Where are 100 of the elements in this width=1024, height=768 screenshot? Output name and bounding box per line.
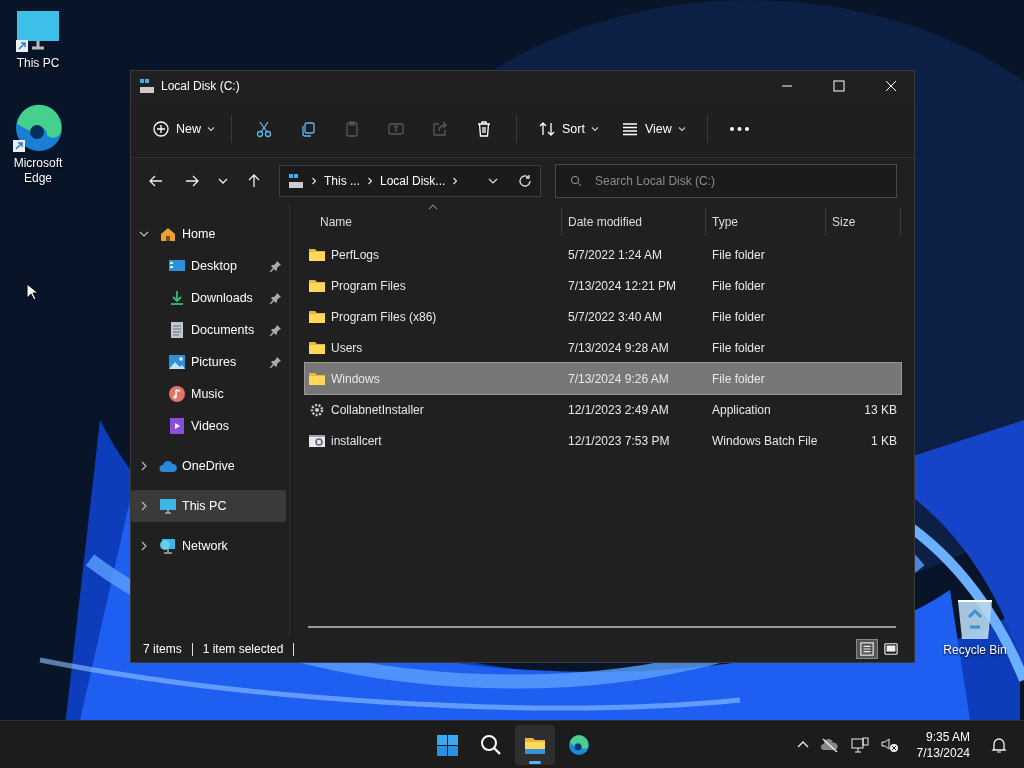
details-view-icon [860, 642, 874, 656]
sidebar-item[interactable]: Pictures [131, 346, 286, 378]
sidebar-item[interactable]: This PC [131, 490, 286, 522]
desktop-icon-label[interactable]: Microsoft Edge [3, 156, 73, 186]
scissors-icon [255, 120, 273, 138]
file-row[interactable]: Program Files 7/13/2024 12:21 PM File folder [305, 270, 901, 301]
table-cell: File folder [712, 340, 765, 355]
monitor-shortcut-icon[interactable] [16, 10, 60, 54]
window-title: Local Disk (C:) [161, 79, 240, 93]
sidebar-item[interactable]: Home [131, 218, 286, 250]
chevron-icon[interactable] [139, 501, 149, 511]
chevron-icon[interactable] [366, 177, 374, 185]
document-icon [168, 321, 186, 339]
clock-date[interactable]: 7/13/2024 [916, 744, 970, 761]
details-view-button[interactable] [856, 639, 878, 659]
chevron-down-icon [218, 176, 228, 186]
table-cell: Application [712, 402, 771, 417]
search-field[interactable]: Search Local Disk (C:) [555, 164, 897, 198]
trash-icon [475, 120, 493, 138]
monitor-icon [159, 497, 177, 515]
chevron-icon[interactable] [451, 177, 460, 185]
new-button[interactable]: New [143, 112, 219, 146]
chevron-icon[interactable] [139, 541, 149, 551]
address-bar[interactable]: This ... Local Disk... [279, 165, 541, 197]
preview-view-icon [884, 642, 898, 656]
table-cell: 12/1/2023 2:49 AM [568, 402, 669, 417]
add-icon [152, 120, 170, 138]
sort-icon [538, 120, 556, 138]
search-icon [570, 175, 582, 187]
sort-button[interactable]: Sort [529, 112, 608, 146]
sidebar-item[interactable]: Desktop [131, 250, 286, 282]
breadcrumb-item[interactable]: Local Disk... [380, 174, 446, 188]
list-view-icon [620, 120, 639, 138]
music-icon [168, 385, 186, 403]
video-icon [168, 417, 186, 435]
file-row[interactable]: Users 7/13/2024 9:28 AM File folder [305, 332, 901, 363]
file-name: installcert [331, 433, 382, 448]
cloud-off-icon[interactable] [820, 737, 839, 752]
edge-logo-icon[interactable] [13, 104, 63, 154]
file-name: Program Files (x86) [331, 309, 437, 324]
file-name: Windows [331, 371, 380, 386]
column-header[interactable]: Date modified [562, 207, 706, 236]
clock-time[interactable]: 9:35 AM [925, 728, 970, 745]
clipboard-icon [343, 120, 361, 138]
house-icon [159, 225, 177, 243]
file-name: PerfLogs [331, 247, 380, 262]
dropdown-icon[interactable] [488, 176, 498, 186]
sidebar-item[interactable]: Videos [131, 410, 286, 442]
sidebar-item[interactable]: OneDrive [131, 450, 286, 482]
caret-icon [590, 125, 599, 133]
arrow-up-icon [247, 174, 261, 188]
table-cell: File folder [712, 309, 765, 324]
column-header[interactable]: Size [826, 207, 901, 236]
network-icon[interactable] [850, 736, 869, 753]
close-icon [885, 80, 897, 92]
more-icon [730, 127, 750, 131]
caret-icon [677, 125, 686, 133]
table-cell: 1 KB [871, 433, 897, 448]
horizontal-scrollbar[interactable] [308, 626, 896, 628]
file-name: Program Files [331, 278, 406, 293]
arrow-right-icon [185, 174, 199, 188]
maximize-icon [833, 80, 845, 92]
table-cell: 12/1/2023 7:53 PM [568, 433, 670, 448]
edge-logo-icon [567, 732, 591, 757]
desktop-icon-label[interactable]: Recycle Bin [940, 643, 1010, 658]
table-cell: 7/13/2024 12:21 PM [568, 278, 677, 293]
view-button[interactable]: View [611, 112, 695, 146]
drive-icon [139, 78, 155, 94]
table-cell: 7/13/2024 9:26 AM [568, 371, 669, 386]
file-name: Users [331, 340, 363, 355]
sidebar-item[interactable]: Music [131, 378, 286, 410]
item-count: 7 items [143, 642, 182, 656]
refresh-icon[interactable] [518, 174, 532, 188]
breadcrumb-item[interactable]: This ... [324, 174, 360, 188]
file-row[interactable]: Program Files (x86) 5/7/2022 3:40 AM File folder [305, 301, 901, 332]
file-row[interactable]: installcert 12/1/2023 7:53 PM Windows Batch File 1 KB [305, 425, 901, 456]
sidebar-item[interactable]: Network [131, 530, 286, 562]
file-name: CollabnetInstaller [331, 402, 424, 417]
arrow-left-icon [149, 174, 163, 188]
chevron-icon[interactable] [139, 229, 149, 239]
sidebar-item[interactable]: Documents [131, 314, 286, 346]
share-icon [431, 120, 449, 138]
column-header[interactable]: Type [706, 207, 826, 236]
chevron-icon[interactable] [310, 177, 318, 185]
table-cell: 5/7/2022 1:24 AM [568, 247, 663, 262]
file-row[interactable]: Windows 7/13/2024 9:26 AM File folder [305, 363, 901, 394]
sidebar-item[interactable]: Downloads [131, 282, 286, 314]
taskbar-app-button[interactable] [515, 724, 555, 765]
table-cell: Windows Batch File [712, 433, 818, 448]
file-row[interactable]: PerfLogs 5/7/2022 1:24 AM File folder [305, 239, 901, 270]
caret-icon [207, 125, 215, 133]
bell-icon[interactable] [990, 735, 1008, 754]
file-row[interactable]: CollabnetInstaller 12/1/2023 2:49 AM Application 13 KB [305, 394, 901, 425]
speaker-muted-icon[interactable] [880, 736, 899, 753]
recycle-bin-icon[interactable] [956, 597, 994, 641]
table-cell: 13 KB [864, 402, 897, 417]
column-header[interactable]: Name [305, 207, 562, 236]
desktop-icon-label[interactable]: This PC [3, 56, 73, 71]
rename-icon [387, 120, 405, 138]
chevron-icon[interactable] [139, 461, 149, 471]
